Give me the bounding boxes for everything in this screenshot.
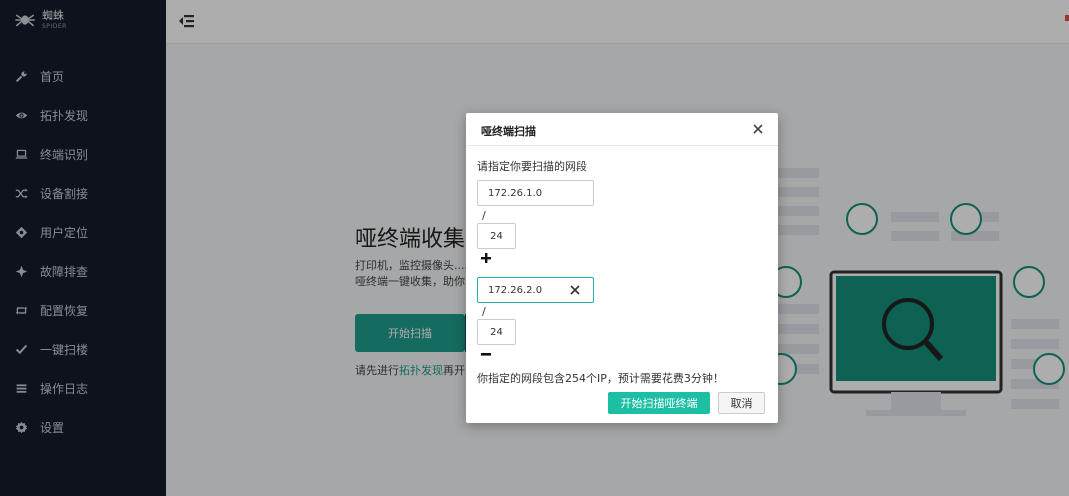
slash-separator: /	[482, 305, 486, 318]
ip-field-2[interactable]: 172.26.2.0	[477, 277, 594, 303]
slash-separator: /	[482, 209, 486, 222]
dialog-title: 哑终端扫描	[481, 125, 536, 138]
dialog-header: 哑终端扫描	[466, 113, 778, 146]
ip-field-1[interactable]: 172.26.1.0	[477, 180, 594, 206]
add-segment-icon[interactable]	[480, 252, 492, 264]
scan-summary: 你指定的网段包含254个IP，预计需要花费3分钟！	[477, 372, 724, 385]
scan-dialog: 哑终端扫描 请指定你要扫描的网段 172.26.1.0 / 24 172.26.…	[466, 113, 778, 423]
mask-field-1[interactable]: 24	[477, 223, 516, 249]
ip-field-value: 172.26.2.0	[488, 284, 543, 296]
cancel-button[interactable]: 取消	[718, 392, 765, 414]
segment-prompt: 请指定你要扫描的网段	[477, 160, 587, 173]
remove-segment-icon[interactable]	[480, 348, 492, 360]
clear-icon[interactable]	[569, 284, 581, 296]
mask-field-2[interactable]: 24	[477, 319, 516, 345]
close-icon[interactable]	[750, 121, 766, 137]
start-dumb-terminal-scan-button[interactable]: 开始扫描哑终端	[608, 392, 710, 414]
